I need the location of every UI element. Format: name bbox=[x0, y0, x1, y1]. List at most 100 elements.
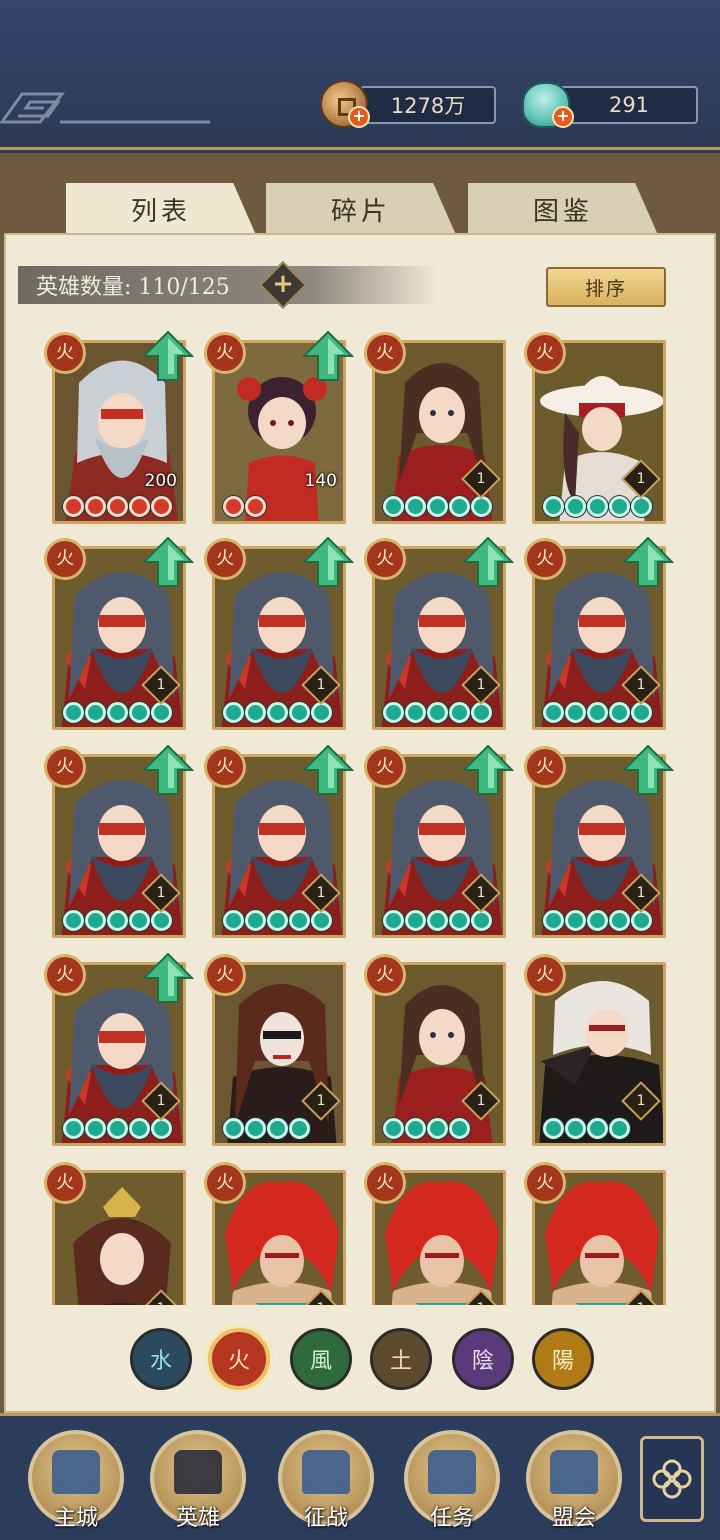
add-jade-button[interactable]: + bbox=[552, 106, 574, 128]
star-icon bbox=[151, 702, 172, 723]
fire-element-icon: 火 bbox=[524, 746, 566, 788]
star-icon bbox=[565, 1118, 586, 1139]
star-icon bbox=[383, 910, 404, 931]
star-icon bbox=[223, 702, 244, 723]
fire-element-icon: 火 bbox=[204, 332, 246, 374]
element-filter-1[interactable]: 火 bbox=[208, 1328, 270, 1390]
star-icon bbox=[289, 702, 310, 723]
star-rating bbox=[63, 702, 172, 723]
star-icon bbox=[63, 1118, 84, 1139]
star-rating bbox=[543, 496, 652, 517]
hero-count-text: 英雄数量: 110/125 bbox=[36, 275, 230, 300]
star-icon bbox=[245, 702, 266, 723]
star-icon bbox=[151, 910, 172, 931]
level-value: 1 bbox=[629, 1297, 653, 1305]
fire-element-icon: 火 bbox=[524, 954, 566, 996]
star-icon bbox=[405, 1118, 426, 1139]
nav-label: 盟会 bbox=[551, 1506, 596, 1531]
add-copper-button[interactable]: + bbox=[348, 106, 370, 128]
star-icon bbox=[609, 1118, 630, 1139]
upgrade-arrow-icon bbox=[302, 744, 354, 795]
star-icon bbox=[587, 702, 608, 723]
level-value: 1 bbox=[309, 1297, 333, 1305]
star-icon bbox=[449, 910, 470, 931]
fire-element-icon: 火 bbox=[364, 954, 406, 996]
upgrade-arrow-icon bbox=[622, 536, 674, 587]
star-rating bbox=[543, 1118, 630, 1139]
element-filter-3[interactable]: 土 bbox=[370, 1328, 432, 1390]
tab-codex[interactable]: 图鉴 bbox=[468, 183, 658, 235]
star-icon bbox=[427, 910, 448, 931]
flower-menu-icon bbox=[652, 1459, 692, 1499]
sort-label: 排序 bbox=[584, 277, 627, 300]
star-icon bbox=[405, 496, 426, 517]
sort-button[interactable]: 排序 bbox=[546, 267, 666, 307]
tab-fragments[interactable]: 碎片 bbox=[266, 183, 456, 235]
fire-element-icon: 火 bbox=[524, 538, 566, 580]
star-icon bbox=[107, 702, 128, 723]
star-icon bbox=[223, 496, 244, 517]
upgrade-arrow-icon bbox=[462, 744, 514, 795]
element-filter-2[interactable]: 風 bbox=[290, 1328, 352, 1390]
star-icon bbox=[267, 702, 288, 723]
element-filter-0[interactable]: 水 bbox=[130, 1328, 192, 1390]
fire-element-icon: 火 bbox=[364, 1162, 406, 1204]
star-icon bbox=[63, 496, 84, 517]
level-value: 1 bbox=[476, 471, 486, 487]
guild-pavilion-icon bbox=[550, 1450, 598, 1494]
star-icon bbox=[85, 702, 106, 723]
upgrade-arrow-icon bbox=[302, 536, 354, 587]
star-icon bbox=[565, 702, 586, 723]
fire-element-icon: 火 bbox=[204, 746, 246, 788]
star-icon bbox=[267, 1118, 288, 1139]
upgrade-arrow-icon bbox=[302, 330, 354, 381]
upgrade-arrow-icon bbox=[142, 536, 194, 587]
copper-coin-amount: 1278万 bbox=[390, 94, 466, 118]
star-icon bbox=[587, 910, 608, 931]
tab-list[interactable]: 列表 bbox=[66, 183, 256, 235]
upgrade-arrow-icon bbox=[142, 330, 194, 381]
star-icon bbox=[63, 910, 84, 931]
star-icon bbox=[151, 1118, 172, 1139]
level-value: 1 bbox=[316, 885, 326, 901]
star-icon bbox=[63, 702, 84, 723]
fire-element-icon: 火 bbox=[364, 746, 406, 788]
fire-element-icon: 火 bbox=[204, 538, 246, 580]
star-icon bbox=[151, 496, 172, 517]
fire-element-icon: 火 bbox=[364, 332, 406, 374]
element-filter-4[interactable]: 陰 bbox=[452, 1328, 514, 1390]
star-icon bbox=[609, 702, 630, 723]
hero-grid[interactable]: 200 火 140 火 1火 1火 1火 1 火 1 火 1 火 1 火 1 火… bbox=[20, 320, 700, 1305]
level-value: 1 bbox=[636, 885, 646, 901]
star-icon bbox=[631, 496, 652, 517]
star-icon bbox=[129, 910, 150, 931]
star-rating bbox=[63, 910, 172, 931]
star-icon bbox=[471, 496, 492, 517]
menu-button[interactable] bbox=[640, 1436, 704, 1522]
star-icon bbox=[543, 496, 564, 517]
level-value: 1 bbox=[476, 885, 486, 901]
star-icon bbox=[107, 910, 128, 931]
star-icon bbox=[427, 496, 448, 517]
star-icon bbox=[449, 702, 470, 723]
fire-element-icon: 火 bbox=[524, 1162, 566, 1204]
star-icon bbox=[245, 496, 266, 517]
star-icon bbox=[405, 702, 426, 723]
star-icon bbox=[107, 1118, 128, 1139]
quest-flag-icon bbox=[428, 1450, 476, 1494]
star-rating bbox=[63, 496, 172, 517]
star-icon bbox=[107, 496, 128, 517]
star-icon bbox=[543, 910, 564, 931]
copper-coin-display: 1278万 bbox=[360, 86, 496, 124]
upgrade-arrow-icon bbox=[142, 744, 194, 795]
star-rating bbox=[223, 910, 332, 931]
star-icon bbox=[565, 910, 586, 931]
fire-element-icon: 火 bbox=[44, 538, 86, 580]
fire-element-icon: 火 bbox=[44, 954, 86, 996]
nav-label: 征战 bbox=[303, 1506, 348, 1531]
fire-element-icon: 火 bbox=[204, 954, 246, 996]
star-rating bbox=[383, 496, 492, 517]
star-icon bbox=[85, 496, 106, 517]
star-icon bbox=[631, 910, 652, 931]
element-filter-5[interactable]: 陽 bbox=[532, 1328, 594, 1390]
